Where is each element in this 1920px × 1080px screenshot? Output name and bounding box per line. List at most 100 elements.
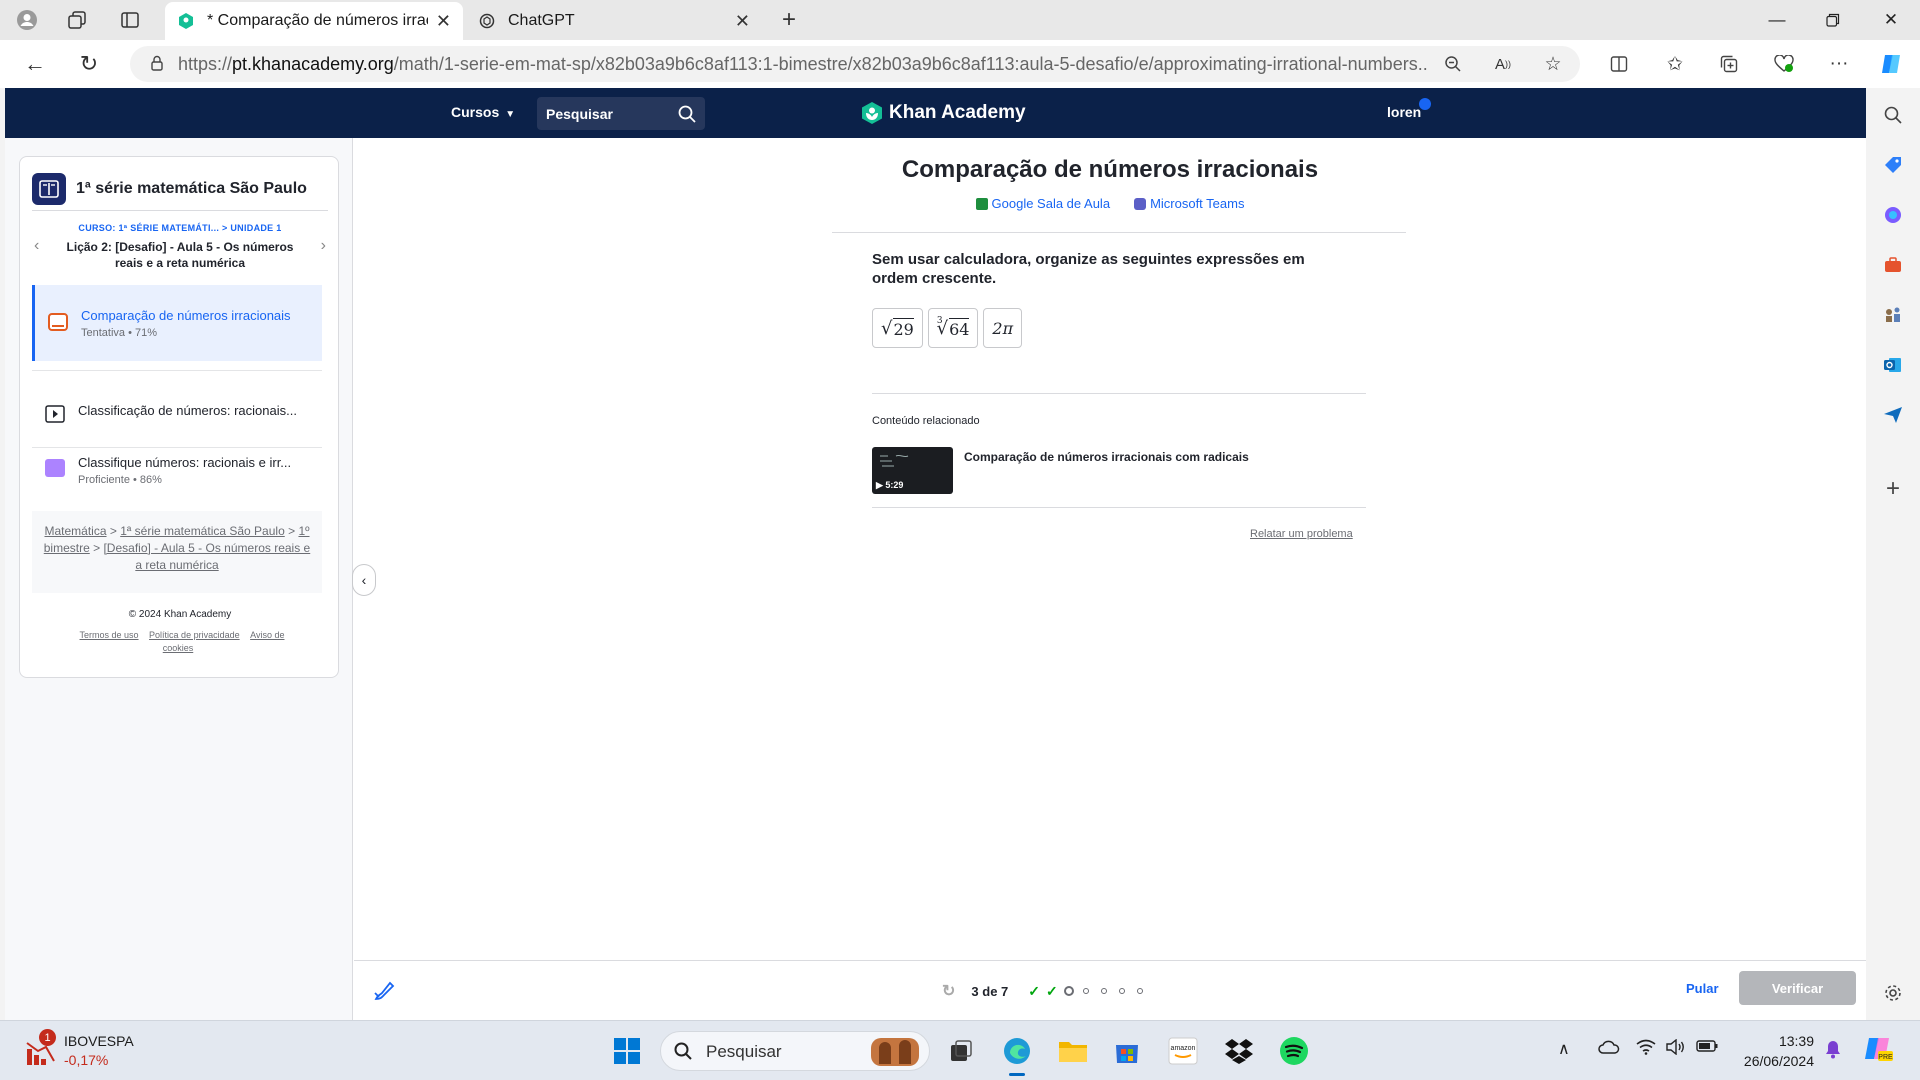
report-problem-link[interactable]: Relatar um problema xyxy=(1250,528,1353,540)
skip-button[interactable]: Pular xyxy=(1686,981,1719,996)
microsoft-store-icon[interactable] xyxy=(1110,1034,1144,1068)
profile-icon[interactable] xyxy=(14,8,40,32)
sidebar-item-exercise[interactable]: Classifique números: racionais e irr... … xyxy=(32,429,322,509)
tools-briefcase-icon[interactable] xyxy=(1878,250,1908,280)
breadcrumb-course-link[interactable]: 1ª série matemática São Paulo xyxy=(120,524,285,538)
workspaces-icon[interactable] xyxy=(64,8,90,32)
notifications-bell-icon[interactable] xyxy=(1824,1039,1842,1064)
read-aloud-icon[interactable]: A)) xyxy=(1488,50,1518,78)
user-menu[interactable]: loren xyxy=(1387,98,1432,120)
current-step-icon xyxy=(1063,986,1074,996)
spotify-icon[interactable] xyxy=(1277,1034,1311,1068)
scratchpad-icon[interactable] xyxy=(372,979,396,1003)
battery-icon[interactable] xyxy=(1696,1039,1718,1058)
courses-menu-button[interactable]: Cursos ▼ xyxy=(451,104,515,120)
send-icon[interactable] xyxy=(1878,400,1908,430)
outlook-icon[interactable] xyxy=(1878,350,1908,380)
ticker-change: -0,17% xyxy=(64,1052,109,1068)
close-window-icon[interactable]: ✕ xyxy=(1868,6,1914,34)
sidebar-item-exercise-active[interactable]: Comparação de números irracionais Tentat… xyxy=(32,285,322,361)
question-text: Sem usar calculadora, organize as seguin… xyxy=(872,251,1305,287)
close-tab-icon[interactable]: ✕ xyxy=(735,11,750,32)
tab-chatgpt[interactable]: ChatGPT ✕ xyxy=(466,2,762,40)
khan-academy-logo[interactable]: Khan Academy xyxy=(861,101,1026,125)
favorite-star-icon[interactable]: ☆ xyxy=(1538,50,1568,78)
course-title: 1ª série matemática São Paulo xyxy=(76,179,307,197)
related-video-thumbnail[interactable]: ▶ 5:29 xyxy=(872,447,953,494)
microsoft-teams-link[interactable]: Microsoft Teams xyxy=(1134,196,1244,211)
tab-actions-icon[interactable] xyxy=(117,8,143,32)
shopping-tag-icon[interactable] xyxy=(1878,150,1908,180)
tab-khan-academy[interactable]: * Comparação de números irracionais ✕ xyxy=(165,2,463,40)
breadcrumb-math-link[interactable]: Matemática xyxy=(44,524,106,538)
collections-icon[interactable] xyxy=(1714,50,1744,78)
copilot-icon[interactable] xyxy=(1876,50,1906,78)
item-status: Tentativa • 71% xyxy=(81,327,158,339)
system-clock[interactable]: 13:39 26/06/2024 xyxy=(1722,1031,1814,1071)
crumb-unit-link[interactable]: UNIDADE 1 xyxy=(230,223,281,233)
refresh-icon[interactable]: ↻ xyxy=(74,50,104,78)
video-thumbnail-scribble xyxy=(880,454,909,467)
edge-browser-icon[interactable] xyxy=(1000,1034,1034,1068)
privacy-link[interactable]: Política de privacidade xyxy=(149,630,240,640)
minimize-icon[interactable]: — xyxy=(1754,6,1800,34)
option-sqrt-29[interactable]: √ 29 xyxy=(872,308,923,348)
stock-widget[interactable]: 1 IBOVESPA -0,17% xyxy=(24,1029,154,1071)
volume-icon[interactable] xyxy=(1666,1038,1686,1060)
crumb-separator: > xyxy=(222,223,228,233)
split-screen-icon[interactable] xyxy=(1604,50,1634,78)
copilot-sparkle-icon[interactable] xyxy=(1878,200,1908,230)
favorites-icon[interactable]: ✩ xyxy=(1660,50,1690,78)
restart-icon[interactable]: ↻ xyxy=(942,981,955,1001)
close-tab-icon[interactable]: ✕ xyxy=(436,11,451,32)
tab-title: ChatGPT xyxy=(508,12,575,29)
more-options-icon[interactable]: ··· xyxy=(1824,50,1854,78)
settings-gear-icon[interactable] xyxy=(1878,978,1908,1008)
lesson-title: Lição 2: [Desafio] - Aula 5 - Os números… xyxy=(66,240,294,270)
related-content-heading: Conteúdo relacionado xyxy=(872,415,980,427)
legal-links: Termos de uso Política de privacidade Av… xyxy=(60,629,300,655)
lesson-breadcrumb: CURSO: 1ª SÉRIE MATEMÁTI... > UNIDADE 1 xyxy=(52,223,308,233)
copilot-preview-icon[interactable]: PRE xyxy=(1864,1035,1894,1068)
copyright: © 2024 Khan Academy xyxy=(128,609,232,620)
option-2pi[interactable]: 2π xyxy=(983,308,1023,348)
sidebar-card: 1ª série matemática São Paulo ‹ CURSO: 1… xyxy=(19,156,339,678)
breadcrumb-lesson-link[interactable]: [Desafio] - Aula 5 - Os números reais e … xyxy=(103,541,310,572)
add-sidebar-app-icon[interactable]: + xyxy=(1878,474,1908,504)
related-video-link[interactable]: Comparação de números irracionais com ra… xyxy=(964,450,1249,464)
tray-overflow-chevron-icon[interactable]: ∧ xyxy=(1558,1039,1570,1059)
restore-icon[interactable] xyxy=(1810,6,1856,34)
google-classroom-link[interactable]: Google Sala de Aula xyxy=(975,196,1110,211)
windows-start-icon[interactable] xyxy=(610,1034,644,1068)
browser-essentials-icon[interactable] xyxy=(1769,50,1799,78)
course-header[interactable]: 1ª série matemática São Paulo xyxy=(32,167,328,211)
option-cbrt-64[interactable]: 3 √ 64 xyxy=(927,308,979,348)
onedrive-cloud-icon[interactable] xyxy=(1598,1039,1620,1060)
dropbox-icon[interactable] xyxy=(1222,1034,1256,1068)
proficient-exercise-icon xyxy=(45,459,65,477)
new-tab-icon[interactable]: + xyxy=(776,6,802,33)
search-input[interactable]: Pesquisar xyxy=(537,97,705,130)
amazon-icon[interactable]: amazon xyxy=(1166,1034,1200,1068)
url-field[interactable]: https://pt.khanacademy.org/math/1-serie-… xyxy=(130,46,1580,82)
notification-dot xyxy=(1419,98,1432,110)
back-icon[interactable]: ← xyxy=(20,50,50,78)
games-chess-icon[interactable] xyxy=(1878,300,1908,330)
sortable-options: √ 29 3 √ 64 2π xyxy=(872,308,1023,348)
search-icon[interactable] xyxy=(1878,100,1908,130)
taskbar-search[interactable]: Pesquisar xyxy=(660,1031,930,1071)
wifi-icon[interactable] xyxy=(1636,1039,1656,1060)
file-explorer-icon[interactable] xyxy=(1056,1034,1090,1068)
next-lesson-icon[interactable]: › xyxy=(321,237,326,255)
zoom-icon[interactable] xyxy=(1438,50,1468,78)
search-placeholder: Pesquisar xyxy=(706,1042,782,1061)
previous-lesson-icon[interactable]: ‹ xyxy=(34,237,39,255)
check-answer-button[interactable]: Verificar xyxy=(1739,971,1856,1005)
item-status: Proficiente • 86% xyxy=(78,474,162,486)
search-icon xyxy=(674,1042,692,1060)
task-view-icon[interactable] xyxy=(944,1034,978,1068)
pending-step-icon xyxy=(1136,988,1143,994)
exercise-area: Comparação de números irracionais Google… xyxy=(354,138,1866,970)
crumb-course-link[interactable]: CURSO: 1ª SÉRIE MATEMÁTI... xyxy=(78,223,219,233)
terms-link[interactable]: Termos de uso xyxy=(80,630,139,640)
